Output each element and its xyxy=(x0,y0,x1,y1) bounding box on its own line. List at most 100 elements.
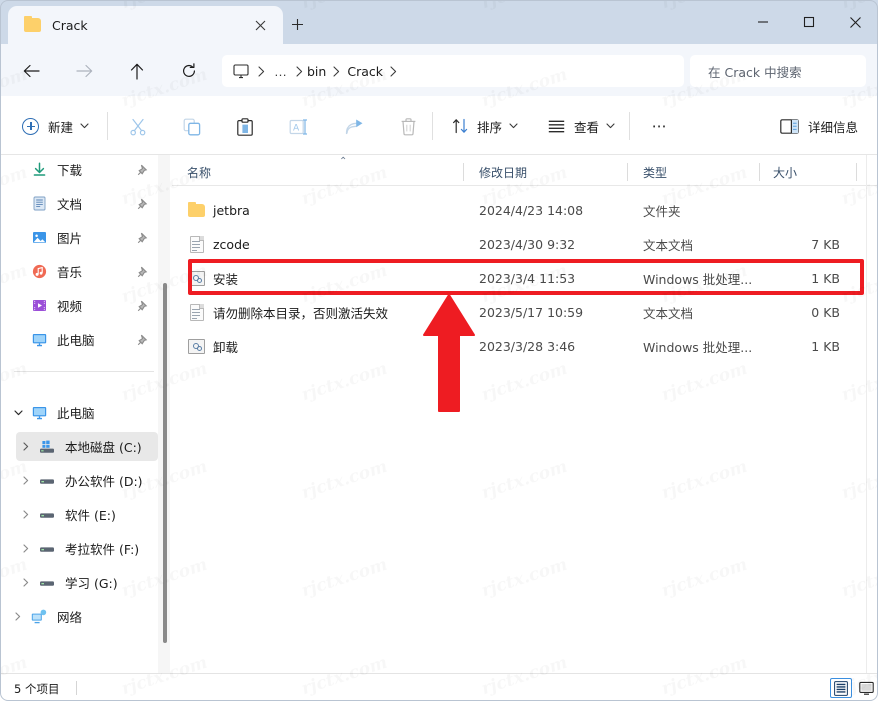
sidebar-item-drive-d[interactable]: 办公软件 (D:) xyxy=(16,466,158,495)
chevron-right-icon[interactable] xyxy=(16,578,36,587)
sidebar-label: 视频 xyxy=(57,299,83,314)
pin-icon[interactable] xyxy=(137,231,149,244)
cut-button[interactable] xyxy=(122,112,154,142)
sidebar-item-documents[interactable]: 文档 xyxy=(8,189,158,218)
batch-file-icon xyxy=(187,269,206,288)
table-row[interactable]: jetbra 2024/4/23 14:08 文件夹 xyxy=(172,196,862,224)
breadcrumb-item-crack[interactable]: Crack xyxy=(347,64,383,79)
sidebar-item-drive-f[interactable]: 考拉软件 (F:) xyxy=(16,534,158,563)
sidebar-item-videos[interactable]: 视频 xyxy=(8,291,158,320)
column-divider[interactable] xyxy=(627,163,628,181)
sidebar-item-this-pc-tree[interactable]: 此电脑 xyxy=(8,398,158,427)
svg-text:A: A xyxy=(293,124,300,134)
sidebar-item-drive-g[interactable]: 学习 (G:) xyxy=(16,568,158,597)
column-divider[interactable] xyxy=(856,163,857,181)
table-row[interactable]: zcode 2023/4/30 9:32 文本文档 7 KB xyxy=(172,230,862,258)
pictures-icon xyxy=(28,230,50,245)
search-placeholder: 在 Crack 中搜索 xyxy=(708,64,802,80)
file-date: 2023/3/28 3:46 xyxy=(479,338,576,354)
column-divider[interactable] xyxy=(463,163,464,181)
toolbar-divider xyxy=(432,112,433,140)
file-date: 2024/4/23 14:08 xyxy=(479,202,584,218)
paste-button[interactable] xyxy=(229,112,261,142)
sidebar-item-network[interactable]: 网络 xyxy=(8,602,158,631)
pin-icon[interactable] xyxy=(137,265,149,278)
details-pane-label: 详细信息 xyxy=(807,119,858,135)
close-button[interactable] xyxy=(832,0,878,44)
up-button[interactable] xyxy=(120,56,154,86)
drive-icon xyxy=(36,474,58,488)
column-divider[interactable] xyxy=(759,163,760,181)
new-button-label: 新建 xyxy=(48,119,74,135)
forward-button[interactable] xyxy=(67,56,101,86)
share-button[interactable] xyxy=(338,112,370,142)
window-controls xyxy=(740,0,878,44)
sidebar-label: 此电脑 xyxy=(57,406,95,421)
refresh-button[interactable] xyxy=(172,56,206,86)
chevron-down-icon[interactable] xyxy=(8,409,28,416)
new-tab-button[interactable] xyxy=(286,13,308,35)
chevron-right-icon[interactable] xyxy=(16,442,36,451)
file-date: 2023/5/17 10:59 xyxy=(479,304,584,320)
chevron-right-icon[interactable] xyxy=(16,544,36,553)
chevron-right-icon[interactable] xyxy=(383,65,404,77)
sidebar-item-drive-e[interactable]: 软件 (E:) xyxy=(16,500,158,529)
details-view-button[interactable] xyxy=(830,678,852,698)
large-icons-view-button[interactable] xyxy=(855,678,877,698)
more-options-button[interactable]: ⋯ xyxy=(645,112,675,140)
table-row[interactable]: 安装 2023/3/4 11:53 Windows 批处理... 1 KB xyxy=(172,264,862,292)
this-pc-icon[interactable] xyxy=(233,63,249,79)
file-type: Windows 批处理... xyxy=(643,339,753,355)
sort-button[interactable]: 排序 xyxy=(452,113,518,139)
sort-icon xyxy=(452,118,469,134)
file-list: 名称 ⌃ 修改日期 类型 大小 jetbra 2024/4/23 14:08 文… xyxy=(172,155,878,673)
sidebar-divider xyxy=(14,371,154,372)
pin-icon[interactable] xyxy=(137,163,149,176)
sidebar-item-local-disk-c[interactable]: 本地磁盘 (C:) xyxy=(16,432,158,461)
chevron-right-icon[interactable] xyxy=(16,510,36,519)
file-size: 1 KB xyxy=(811,338,840,354)
delete-button[interactable] xyxy=(392,112,424,142)
column-header-name[interactable]: 名称 xyxy=(187,158,211,186)
sidebar-label: 音乐 xyxy=(57,265,83,280)
sidebar-item-downloads[interactable]: 下载 xyxy=(8,155,158,184)
pin-icon[interactable] xyxy=(137,197,149,210)
sidebar-item-this-pc-quick[interactable]: 此电脑 xyxy=(8,325,158,354)
column-header-type[interactable]: 类型 xyxy=(643,158,667,186)
chevron-down-icon xyxy=(606,123,615,129)
chevron-right-icon[interactable] xyxy=(8,612,28,621)
tab-crack[interactable]: Crack xyxy=(8,6,283,44)
file-date: 2023/4/30 9:32 xyxy=(479,236,576,252)
table-row[interactable]: 请勿删除本目录，否则激活失效 2023/5/17 10:59 文本文档 0 KB xyxy=(172,298,862,326)
pin-icon[interactable] xyxy=(137,333,149,346)
column-headers: 名称 ⌃ 修改日期 类型 大小 xyxy=(172,156,878,186)
file-size: 7 KB xyxy=(811,236,840,252)
sidebar-scrollbar-thumb[interactable] xyxy=(163,283,167,643)
sidebar-item-music[interactable]: 音乐 xyxy=(8,257,158,286)
view-button[interactable]: 查看 xyxy=(548,113,615,139)
breadcrumb-item-bin[interactable]: bin xyxy=(307,64,326,79)
sidebar-item-pictures[interactable]: 图片 xyxy=(8,223,158,252)
new-button[interactable]: 新建 xyxy=(22,113,89,139)
chevron-down-icon xyxy=(80,123,89,129)
breadcrumb[interactable]: … bin Crack xyxy=(222,55,684,87)
breadcrumb-overflow-button[interactable]: … xyxy=(272,64,290,79)
chevron-right-icon[interactable] xyxy=(16,476,36,485)
back-button[interactable] xyxy=(14,56,48,86)
maximize-button[interactable] xyxy=(786,0,832,44)
minimize-button[interactable] xyxy=(740,0,786,44)
pin-icon[interactable] xyxy=(137,299,149,312)
details-pane-button[interactable]: 详细信息 xyxy=(780,113,858,139)
table-row[interactable]: 卸载 2023/3/28 3:46 Windows 批处理... 1 KB xyxy=(172,332,862,360)
list-right-separator xyxy=(866,155,867,673)
column-header-size[interactable]: 大小 xyxy=(773,158,797,186)
close-tab-button[interactable] xyxy=(251,16,269,34)
sidebar-label: 学习 (G:) xyxy=(65,576,118,591)
column-header-date[interactable]: 修改日期 xyxy=(479,158,527,186)
search-input[interactable]: 在 Crack 中搜索 xyxy=(690,55,866,87)
file-name: 安装 xyxy=(213,271,239,287)
file-name: 请勿删除本目录，否则激活失效 xyxy=(213,305,389,321)
rename-button[interactable]: A xyxy=(283,112,315,142)
copy-button[interactable] xyxy=(176,112,208,142)
file-name: zcode xyxy=(213,236,250,252)
